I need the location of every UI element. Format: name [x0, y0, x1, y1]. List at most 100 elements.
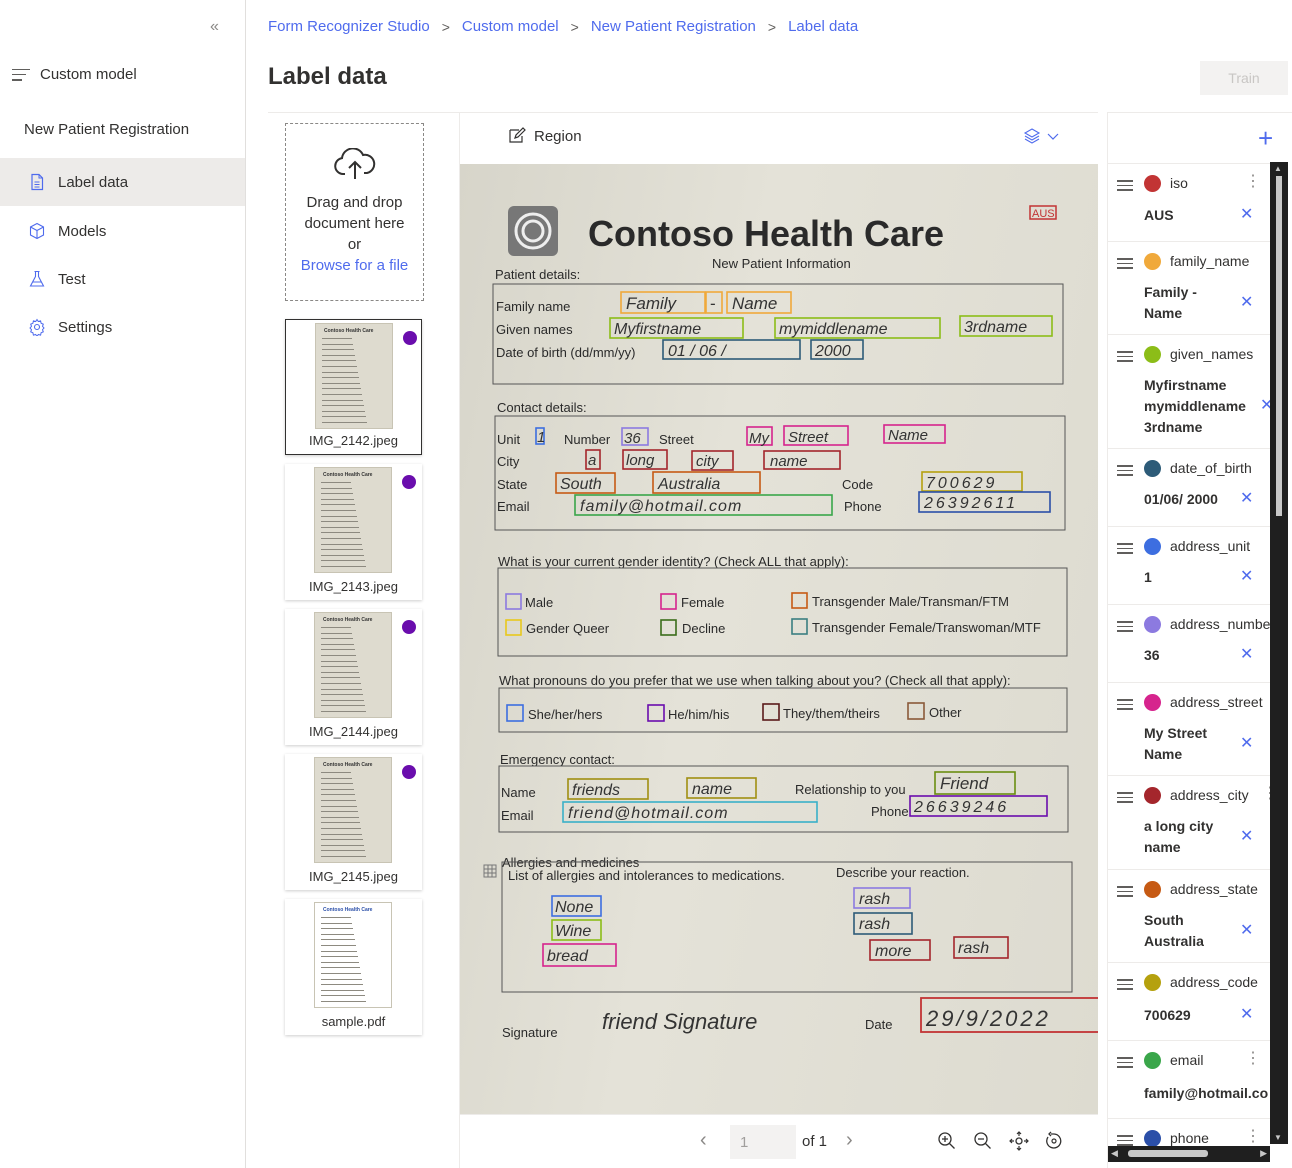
file-thumbnail[interactable]: Contoso Health Care sample.pdf — [285, 899, 422, 1035]
nav-header[interactable]: Custom model — [12, 66, 137, 83]
field-color-swatch[interactable] — [1144, 460, 1161, 477]
field-color-swatch[interactable] — [1144, 253, 1161, 270]
drag-handle-icon[interactable] — [1117, 1057, 1133, 1071]
scrollbar-thumb[interactable] — [1276, 176, 1282, 516]
clear-value-icon[interactable]: ✕ — [1240, 204, 1253, 224]
thumbnail-text-line — [322, 343, 353, 345]
more-options-icon[interactable]: ⋮ — [1245, 171, 1261, 191]
clear-value-icon[interactable]: ✕ — [1240, 733, 1253, 753]
field-item-date-of-birth[interactable]: date_of_birth 01/06/ 2000 ✕ — [1108, 448, 1272, 526]
file-thumbnail[interactable]: Contoso Health Care IMG_2144.jpeg — [285, 609, 422, 745]
nav-item-settings[interactable]: Settings — [0, 303, 245, 351]
drag-handle-icon[interactable] — [1117, 180, 1133, 194]
thumbnail-text-line — [321, 688, 362, 690]
drag-handle-icon[interactable] — [1117, 699, 1133, 713]
thumbnail-text-line — [322, 354, 355, 356]
train-button[interactable]: Train — [1200, 61, 1288, 95]
field-item-family-name[interactable]: family_name ⋮ Family - Name ✕ — [1108, 241, 1272, 334]
field-color-swatch[interactable] — [1144, 1130, 1161, 1147]
field-item-address-city[interactable]: address_city ⋮ a long city name ✕ — [1108, 775, 1272, 869]
field-color-swatch[interactable] — [1144, 881, 1161, 898]
handwriting: bread — [547, 948, 589, 965]
field-color-swatch[interactable] — [1144, 1052, 1161, 1069]
field-item-given-names[interactable]: given_names ⋮ Myfirstname mymiddlename 3… — [1108, 334, 1272, 448]
page-number-input[interactable] — [730, 1125, 796, 1159]
browse-file-link[interactable]: Browse for a file — [286, 255, 423, 276]
drop-zone[interactable]: Drag and drop document here or Browse fo… — [285, 123, 424, 301]
document-canvas[interactable]: Contoso Health Care New Patient Informat… — [460, 164, 1098, 1114]
field-color-swatch[interactable] — [1144, 616, 1161, 633]
clear-value-icon[interactable]: ✕ — [1240, 644, 1253, 664]
breadcrumb-current[interactable]: Label data — [788, 18, 858, 35]
vertical-scrollbar[interactable]: ▲ ▼ — [1270, 162, 1288, 1144]
add-field-button[interactable]: + — [1258, 123, 1273, 154]
drag-handle-icon[interactable] — [1117, 543, 1133, 557]
scrollbar-thumb[interactable] — [1128, 1150, 1208, 1157]
field-item-email[interactable]: email ⋮ family@hotmail.co — [1108, 1040, 1272, 1118]
checkbox-male[interactable] — [505, 593, 522, 610]
thumbnail-text-line — [321, 632, 352, 634]
rotate-icon[interactable] — [1044, 1131, 1064, 1151]
drag-handle-icon[interactable] — [1117, 258, 1133, 272]
field-item-iso[interactable]: iso ⋮ AUS ✕ — [1108, 163, 1272, 241]
drag-handle-icon[interactable] — [1117, 351, 1133, 365]
breadcrumb-link[interactable]: New Patient Registration — [591, 18, 756, 35]
drag-handle-icon[interactable] — [1117, 792, 1133, 806]
more-options-icon[interactable]: ⋮ — [1245, 1048, 1261, 1068]
clear-value-icon[interactable]: ✕ — [1240, 826, 1253, 846]
breadcrumb-link[interactable]: Form Recognizer Studio — [268, 18, 430, 35]
horizontal-scrollbar[interactable]: ◀ ▶ — [1108, 1146, 1270, 1162]
checkbox-he[interactable] — [647, 704, 665, 722]
collapse-nav-button[interactable]: « — [210, 18, 219, 36]
scroll-right-icon[interactable]: ▶ — [1260, 1148, 1267, 1159]
region-button[interactable]: Region — [508, 127, 582, 145]
thumbnail-text-line — [321, 794, 355, 796]
field-item-address-street[interactable]: address_street My Street Name ✕ — [1108, 682, 1272, 775]
checkbox-female[interactable] — [660, 593, 677, 610]
previous-page-button[interactable]: ‹ — [700, 1129, 707, 1152]
drag-handle-icon[interactable] — [1117, 886, 1133, 900]
field-color-swatch[interactable] — [1144, 787, 1161, 804]
layers-dropdown[interactable] — [1023, 127, 1059, 145]
breadcrumb-link[interactable]: Custom model — [462, 18, 559, 35]
checkbox-gender-queer[interactable] — [505, 619, 522, 636]
field-color-swatch[interactable] — [1144, 974, 1161, 991]
scroll-down-icon[interactable]: ▼ — [1274, 1133, 1282, 1142]
drag-handle-icon[interactable] — [1117, 979, 1133, 993]
thumbnail-text-line — [321, 800, 356, 801]
zoom-in-icon[interactable] — [937, 1131, 957, 1151]
clear-value-icon[interactable]: ✕ — [1240, 566, 1253, 586]
drag-handle-icon[interactable] — [1117, 621, 1133, 635]
field-item-address-number[interactable]: address_numbe 36 ✕ — [1108, 604, 1272, 682]
field-item-address-code[interactable]: address_code 700629 ✕ — [1108, 962, 1272, 1040]
more-options-icon[interactable]: ⋮ — [1245, 1126, 1261, 1146]
nav-item-test[interactable]: Test — [0, 255, 245, 303]
next-page-button[interactable]: › — [846, 1129, 853, 1152]
checkbox-decline[interactable] — [660, 619, 677, 636]
field-item-address-unit[interactable]: address_unit ⋮ 1 ✕ — [1108, 526, 1272, 604]
file-thumbnail[interactable]: Contoso Health Care IMG_2143.jpeg — [285, 464, 422, 600]
checkbox-other[interactable] — [907, 702, 925, 720]
field-color-swatch[interactable] — [1144, 346, 1161, 363]
clear-value-icon[interactable]: ✕ — [1240, 488, 1253, 508]
scroll-left-icon[interactable]: ◀ — [1111, 1148, 1118, 1159]
nav-item-models[interactable]: Models — [0, 207, 245, 255]
field-color-swatch[interactable] — [1144, 694, 1161, 711]
scroll-up-icon[interactable]: ▲ — [1274, 164, 1282, 173]
field-color-swatch[interactable] — [1144, 538, 1161, 555]
clear-value-icon[interactable]: ✕ — [1240, 292, 1253, 312]
clear-value-icon[interactable]: ✕ — [1240, 920, 1253, 940]
fit-to-page-icon[interactable] — [1009, 1131, 1029, 1151]
zoom-out-icon[interactable] — [973, 1131, 993, 1151]
drag-handle-icon[interactable] — [1117, 465, 1133, 479]
nav-item-label-data[interactable]: Label data — [0, 158, 245, 206]
field-color-swatch[interactable] — [1144, 175, 1161, 192]
checkbox-trans-male[interactable] — [791, 592, 808, 609]
file-thumbnail[interactable]: Contoso Health Care IMG_2145.jpeg — [285, 754, 422, 890]
file-thumbnail[interactable]: Contoso Health Care IMG_2142.jpeg — [285, 319, 422, 455]
checkbox-she[interactable] — [506, 704, 524, 722]
field-item-address-state[interactable]: address_state South Australia ✕ — [1108, 869, 1272, 962]
checkbox-they[interactable] — [762, 703, 780, 721]
clear-value-icon[interactable]: ✕ — [1240, 1004, 1253, 1024]
checkbox-trans-female[interactable] — [791, 618, 808, 635]
